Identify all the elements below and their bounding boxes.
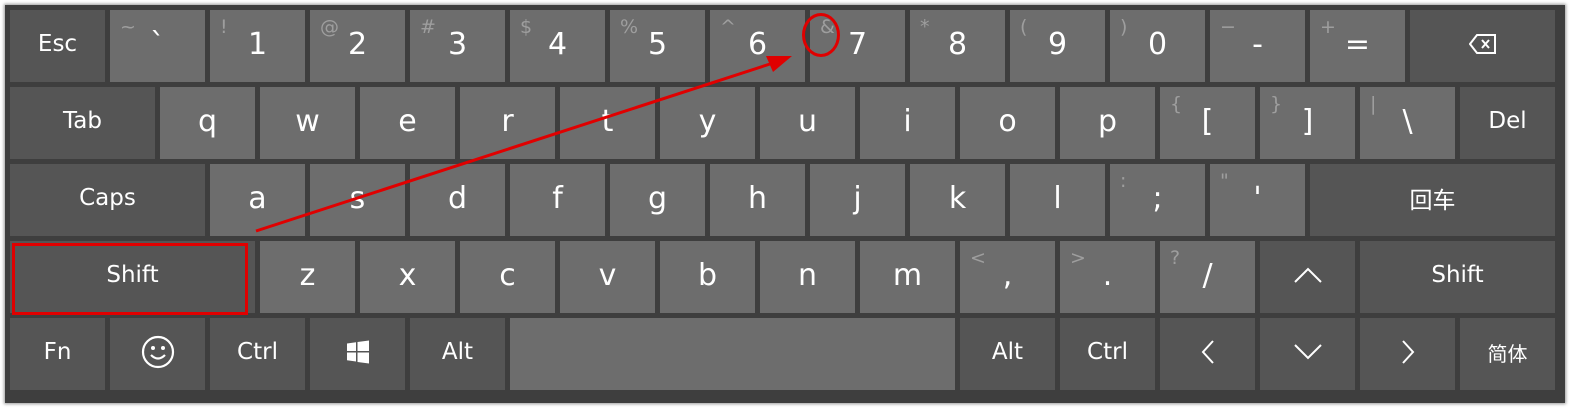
annotation-arrow xyxy=(255,56,792,233)
